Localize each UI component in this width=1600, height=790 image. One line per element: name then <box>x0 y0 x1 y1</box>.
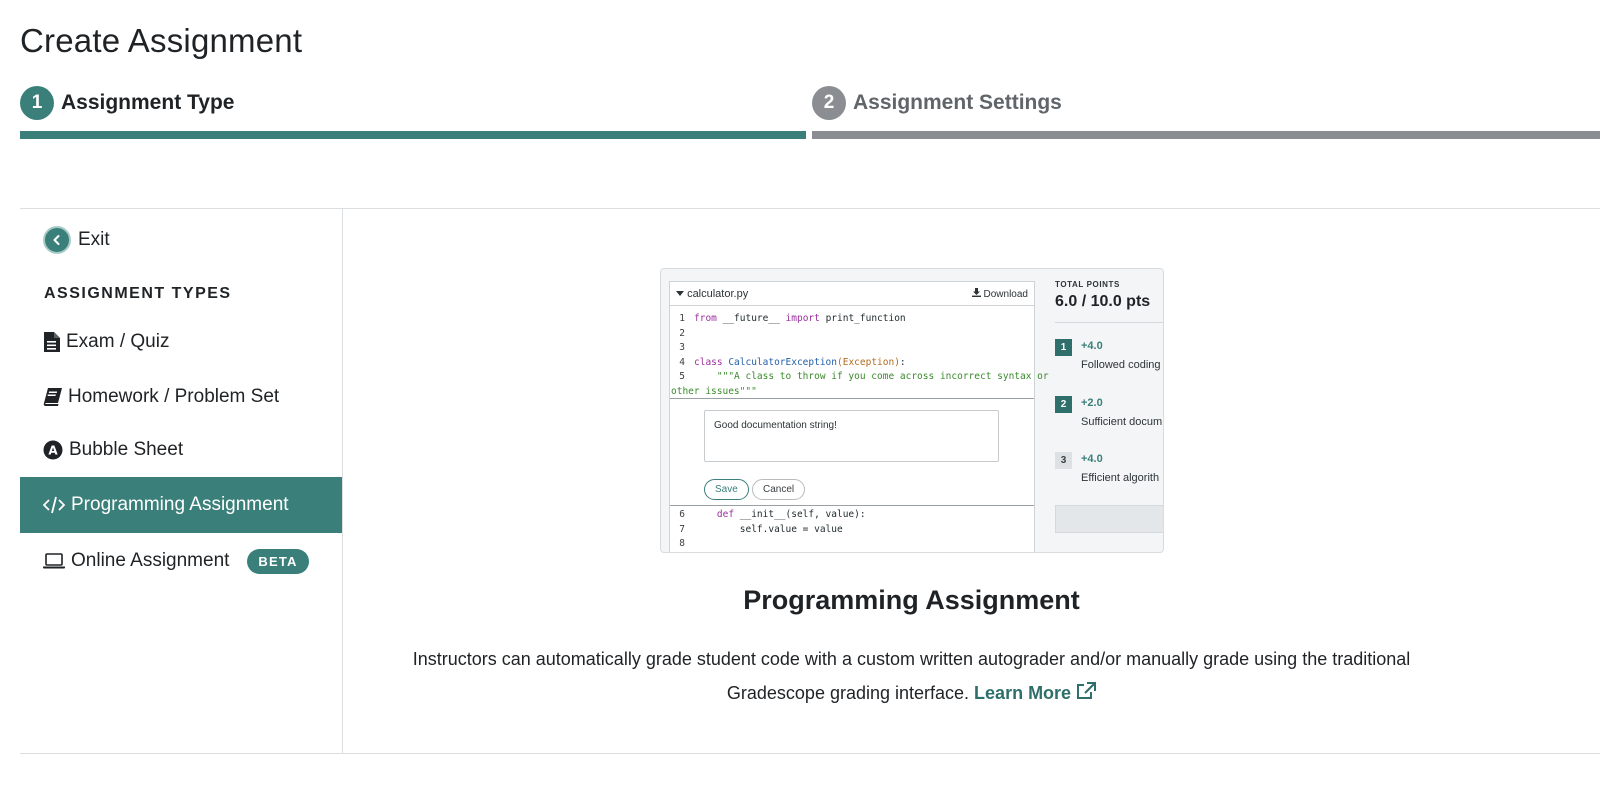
sidebar-item-online-assignment[interactable]: Online Assignment BETA <box>20 533 342 589</box>
total-points-label: TOTAL POINTS <box>1055 280 1120 289</box>
step-progress-bar-1 <box>20 131 806 139</box>
total-points-value: 6.0 / 10.0 pts <box>1055 293 1151 310</box>
code-header: calculator.py Download <box>670 282 1034 306</box>
rubric-input-box <box>1055 505 1163 533</box>
external-link-icon <box>1077 682 1097 699</box>
step-assignment-type: 1 Assignment Type <box>20 86 806 142</box>
code-panel: calculator.py Download 1 from __future__ … <box>669 281 1049 552</box>
rubric-panel: TOTAL POINTS 6.0 / 10.0 pts 1 +4.0 Follo… <box>1045 269 1163 552</box>
code-line: 5 """A class to throw if you come across… <box>679 371 1049 383</box>
exit-label: Exit <box>78 229 110 250</box>
code-lines: 6 def __init__(self, value): 7 self.valu… <box>670 508 866 552</box>
divider <box>20 753 1600 754</box>
divider <box>1055 322 1163 323</box>
document-icon <box>43 332 60 352</box>
code-line: 2 <box>679 327 685 339</box>
page-title: Create Assignment <box>20 22 303 59</box>
download-icon <box>971 287 981 297</box>
step-label-1: Assignment Type <box>61 91 235 114</box>
feature-description: Instructors can automatically grade stud… <box>383 642 1440 710</box>
sidebar: Exit ASSIGNMENT TYPES Exam / Quiz Homewo… <box>20 209 343 753</box>
file-name: calculator.py <box>687 287 749 300</box>
sidebar-item-programming-assignment[interactable]: Programming Assignment <box>20 477 342 533</box>
step-label-2: Assignment Settings <box>853 91 1062 114</box>
svg-text:A: A <box>48 444 58 458</box>
sidebar-item-label: Homework / Problem Set <box>68 386 280 407</box>
feature-description-text: Instructors can automatically grade stud… <box>412 649 1411 703</box>
stepper: 1 Assignment Type 2 Assignment Settings <box>20 86 1600 142</box>
inline-comment-box: Good documentation string! Save Cancel <box>670 398 1034 506</box>
sidebar-item-exam-quiz[interactable]: Exam / Quiz <box>20 314 342 370</box>
step-number-2: 2 <box>812 86 846 120</box>
exit-button[interactable]: Exit <box>43 226 110 254</box>
step-assignment-settings: 2 Assignment Settings <box>812 86 1600 142</box>
sidebar-item-label: Programming Assignment <box>71 494 289 515</box>
step-number-1: 1 <box>20 86 54 120</box>
learn-more-label: Learn More <box>974 683 1072 703</box>
chevron-left-icon <box>43 226 71 254</box>
code-lines: 1 from __future__ import print_function 2… <box>670 306 1049 400</box>
bubble-a-icon: A <box>43 440 63 460</box>
code-line: 1 from __future__ import print_function <box>679 313 906 324</box>
file-tab: calculator.py <box>676 288 748 300</box>
sidebar-item-homework[interactable]: Homework / Problem Set <box>20 369 342 425</box>
preview-save-button: Save <box>704 479 749 500</box>
code-line: 4 class CalculatorException (Exception): <box>679 356 906 368</box>
code-line: 7 self.value = value <box>679 523 843 535</box>
code-line: 6 def __init__(self, value): <box>679 509 866 520</box>
caret-down-icon <box>676 290 684 296</box>
step-progress-bar-2 <box>812 131 1600 139</box>
code-line: 8 <box>679 538 685 550</box>
sidebar-item-bubble-sheet[interactable]: A Bubble Sheet <box>20 422 342 478</box>
code-line: 3 <box>679 342 685 354</box>
code-icon <box>43 496 65 514</box>
comment-textarea: Good documentation string! <box>704 410 999 462</box>
learn-more-link[interactable]: Learn More <box>974 682 1097 703</box>
sidebar-item-label: Bubble Sheet <box>69 439 184 460</box>
book-icon <box>43 388 62 406</box>
feature-title: Programming Assignment <box>743 585 1080 615</box>
download-link: Download <box>971 287 1028 300</box>
sidebar-item-label: Online Assignment <box>71 550 230 571</box>
assignment-types-heading: ASSIGNMENT TYPES <box>44 285 232 302</box>
programming-assignment-preview-image: calculator.py Download 1 from __future__ … <box>660 268 1164 553</box>
preview-cancel-button: Cancel <box>752 479 806 500</box>
beta-badge: BETA <box>247 548 309 574</box>
laptop-icon <box>43 553 65 569</box>
download-label: Download <box>983 288 1028 300</box>
sidebar-item-label: Exam / Quiz <box>66 331 170 352</box>
